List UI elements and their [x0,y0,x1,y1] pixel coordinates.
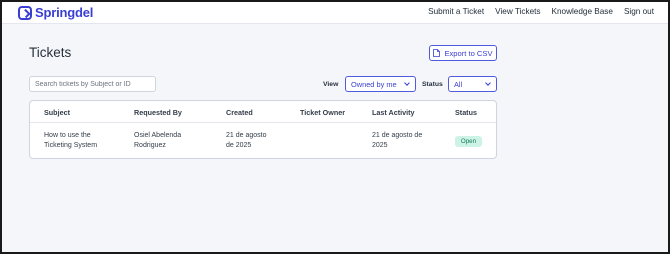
cell-last-activity: 21 de agosto de 2025 [372,132,423,149]
status-select-value: All [454,79,463,89]
cell-created: 21 de agosto de 2025 [226,132,267,149]
view-select-value: Owned by me [351,79,397,89]
app-window: Springdel Submit a Ticket View Tickets K… [0,0,670,254]
search-input[interactable] [29,76,156,92]
column-header-created[interactable]: Created [226,108,253,117]
view-select[interactable]: Owned by me [345,76,416,92]
cell-subject[interactable]: How to use the Ticketing System [44,131,97,151]
column-header-requested-by[interactable]: Requested By [134,108,182,117]
export-csv-button[interactable]: Export to CSV [429,45,497,61]
cell-requested-by: Osiel Abelenda Rodriguez [134,132,182,149]
chevron-down-icon [485,80,491,86]
brand-name: Springdel [35,5,94,20]
status-select[interactable]: All [448,76,497,92]
nav-sign-out[interactable]: Sign out [624,7,654,16]
view-filter-label: View [323,81,339,88]
nav-knowledge-base[interactable]: Knowledge Base [552,7,613,16]
top-navigation-bar: Springdel Submit a Ticket View Tickets K… [2,2,668,24]
column-header-ticket-owner[interactable]: Ticket Owner [300,108,345,117]
nav-view-tickets[interactable]: View Tickets [495,7,540,16]
tickets-table: Subject Requested By Created Ticket Owne… [29,100,497,159]
logo-check-icon [18,5,32,20]
brand-logo[interactable]: Springdel [18,5,93,20]
column-header-subject[interactable]: Subject [44,108,70,117]
file-icon [433,49,441,57]
main-nav: Submit a Ticket View Tickets Knowledge B… [428,7,654,16]
export-csv-label: Export to CSV [444,48,493,58]
column-header-last-activity[interactable]: Last Activity [372,108,414,117]
nav-submit-ticket[interactable]: Submit a Ticket [428,7,484,16]
table-header: Subject Requested By Created Ticket Owne… [30,101,496,123]
status-filter-label: Status [422,81,443,88]
chevron-down-icon [404,80,410,86]
status-badge: Open [455,136,482,147]
column-header-status[interactable]: Status [455,108,477,117]
page-title: Tickets [29,45,72,60]
